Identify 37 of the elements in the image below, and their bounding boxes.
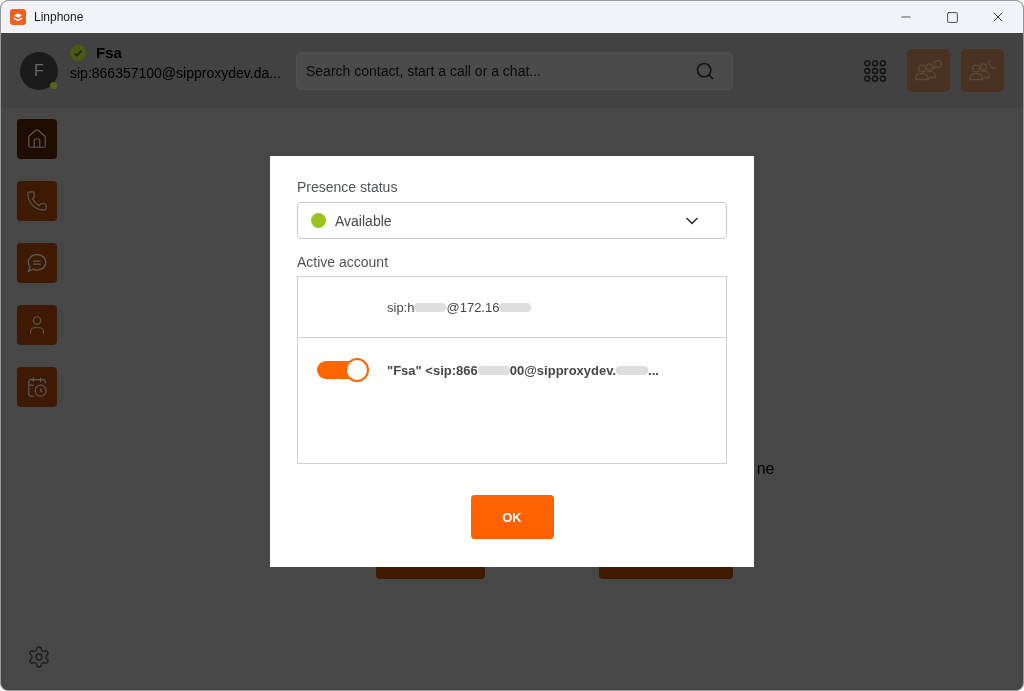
account-entry[interactable]: sip:h @172.16 (387, 295, 532, 319)
redaction-blur-icon (499, 302, 532, 312)
background-text: ne (756, 459, 775, 479)
account-entry[interactable]: "Fsa" <sip:866 00@sipproxydev. ... (387, 358, 659, 382)
home-icon (26, 128, 48, 150)
toggle-switch[interactable] (317, 358, 369, 382)
app-logo-icon (10, 9, 26, 25)
calendar-clock-icon (26, 376, 48, 398)
online-dot-icon (50, 81, 57, 89)
status-dot-icon (311, 213, 326, 228)
calls-nav-button[interactable] (17, 181, 57, 221)
maximize-icon (945, 10, 959, 24)
active-account-label: Active account (297, 253, 390, 271)
search-field[interactable]: Search contact, start a call or a chat... (296, 51, 733, 90)
phone-icon (26, 190, 48, 212)
home-nav-button[interactable] (17, 119, 57, 159)
dimmed-button[interactable] (376, 567, 485, 579)
available-status-icon (70, 45, 86, 61)
redaction-blur-icon (414, 302, 447, 312)
settings-icon[interactable] (27, 645, 51, 669)
group-call-button[interactable] (961, 49, 1004, 92)
search-icon[interactable] (695, 60, 715, 81)
meetings-nav-button[interactable] (17, 367, 57, 407)
chats-nav-button[interactable] (17, 243, 57, 283)
avatar-initial: F (34, 61, 44, 80)
group-chat-button[interactable] (907, 49, 950, 92)
contacts-nav-button[interactable] (17, 305, 57, 345)
window-title: Linphone (34, 10, 84, 24)
presence-select[interactable]: Available (297, 202, 727, 239)
presence-status-label: Presence status (297, 178, 399, 196)
dialpad-icon[interactable] (864, 59, 886, 82)
redaction-blur-icon (477, 365, 510, 375)
dimmed-button[interactable] (599, 567, 733, 579)
chat-icon (27, 254, 47, 272)
user-address: sip:866357100@sipproxydev.da... (70, 65, 282, 81)
redaction-blur-icon (616, 365, 649, 375)
user-name: Fsa (96, 44, 122, 62)
